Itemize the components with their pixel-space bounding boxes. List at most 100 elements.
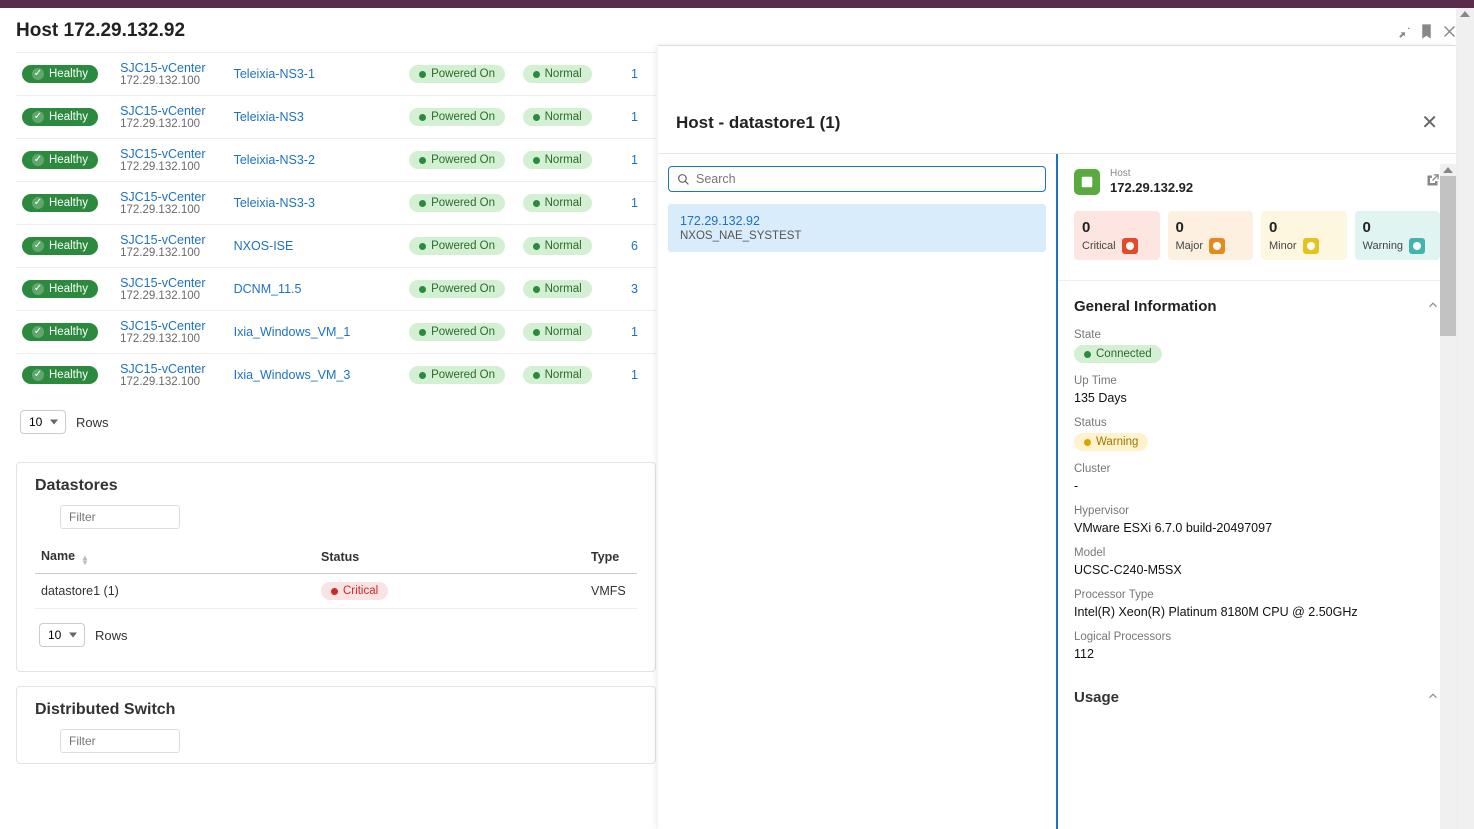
- datastores-filter-input[interactable]: [60, 505, 180, 529]
- table-row[interactable]: HealthySJC15-vCenter172.29.132.100Ixia_W…: [16, 354, 656, 397]
- page-scrollbar[interactable]: [1456, 8, 1474, 829]
- search-icon: [677, 173, 690, 186]
- chevron-up-icon[interactable]: [1426, 689, 1440, 706]
- result-name: NXOS_NAE_SYSTEST: [680, 230, 1034, 242]
- vcenter-link[interactable]: SJC15-vCenter: [120, 362, 222, 376]
- critical-badge: Critical: [321, 582, 388, 600]
- flyout-header: Host - datastore1 (1) ✕: [658, 96, 1456, 153]
- dswitch-filter-input[interactable]: [60, 729, 180, 753]
- pin-icon[interactable]: [1395, 23, 1412, 40]
- vm-count-link[interactable]: 1: [631, 110, 638, 124]
- healthy-badge: Healthy: [22, 323, 98, 341]
- warning-badge: Warning: [1074, 433, 1148, 451]
- chevron-up-icon[interactable]: [1426, 298, 1440, 315]
- vm-count-link[interactable]: 1: [631, 368, 638, 382]
- ds-col-status[interactable]: Status: [315, 541, 585, 574]
- page-title: Host 172.29.132.92: [16, 20, 185, 42]
- vcenter-ip: 172.29.132.100: [120, 290, 222, 302]
- open-external-icon[interactable]: [1425, 173, 1440, 191]
- ds-col-name[interactable]: Name▲▼: [35, 541, 315, 574]
- datastores-table: Name▲▼ Status Type datastore1 (1) Critic…: [35, 541, 637, 609]
- search-input[interactable]: [696, 172, 1037, 186]
- ds-col-type[interactable]: Type: [585, 541, 637, 574]
- ds-rows-select[interactable]: 10: [39, 623, 85, 647]
- table-row[interactable]: HealthySJC15-vCenter172.29.132.100DCNM_1…: [16, 268, 656, 311]
- vm-name-link[interactable]: Ixia_Windows_VM_3: [234, 368, 351, 382]
- vm-rows-select[interactable]: 10: [20, 410, 66, 434]
- vm-name-link[interactable]: Teleixia-NS3-1: [234, 67, 315, 81]
- vcenter-link[interactable]: SJC15-vCenter: [120, 61, 222, 75]
- vm-name-link[interactable]: Teleixia-NS3-2: [234, 153, 315, 167]
- vm-name-link[interactable]: Ixia_Windows_VM_1: [234, 325, 351, 339]
- vcenter-link[interactable]: SJC15-vCenter: [120, 104, 222, 118]
- ds-type: VMFS: [585, 574, 637, 609]
- usage-header[interactable]: Usage: [1074, 689, 1440, 706]
- major-icon: [1209, 238, 1225, 254]
- search-box[interactable]: [668, 166, 1046, 192]
- flyout-body: 172.29.132.92 NXOS_NAE_SYSTEST Host 172.…: [658, 153, 1456, 829]
- powered-on-badge: Powered On: [409, 108, 505, 126]
- usage-title: Usage: [1074, 689, 1119, 706]
- vcenter-link[interactable]: SJC15-vCenter: [120, 190, 222, 204]
- main-left-column: HealthySJC15-vCenter172.29.132.100Teleix…: [16, 52, 656, 764]
- vm-name-link[interactable]: DCNM_11.5: [234, 282, 302, 296]
- vcenter-ip: 172.29.132.100: [120, 333, 222, 345]
- alarm-card-warning[interactable]: 0 Warning: [1355, 211, 1441, 260]
- vcenter-link[interactable]: SJC15-vCenter: [120, 233, 222, 247]
- normal-badge: Normal: [523, 366, 592, 384]
- scroll-up-arrow[interactable]: [1443, 167, 1453, 173]
- search-result-item[interactable]: 172.29.132.92 NXOS_NAE_SYSTEST: [668, 204, 1046, 252]
- normal-badge: Normal: [523, 194, 592, 212]
- powered-on-badge: Powered On: [409, 194, 505, 212]
- vm-count-link[interactable]: 1: [631, 67, 638, 81]
- detail-host-row: Host 172.29.132.92: [1074, 168, 1440, 195]
- vm-pager: 10 Rows: [16, 396, 656, 448]
- flyout-search-panel: 172.29.132.92 NXOS_NAE_SYSTEST: [658, 154, 1058, 829]
- host-detail-flyout: Host - datastore1 (1) ✕ 172.29.132.92 NX…: [658, 45, 1456, 829]
- sort-icon: ▲▼: [81, 555, 89, 565]
- flyout-scrollbar[interactable]: [1440, 164, 1456, 829]
- vcenter-ip: 172.29.132.100: [120, 376, 222, 388]
- pager-rows-label: Rows: [76, 415, 109, 430]
- table-row[interactable]: Healthy SJC15-vCenter172.29.132.100 Ixia_W…: [16, 311, 656, 354]
- vcenter-link[interactable]: SJC15-vCenter: [120, 147, 222, 161]
- powered-on-badge: Powered On: [409, 366, 505, 384]
- vcenter-ip: 172.29.132.100: [120, 75, 222, 87]
- table-row[interactable]: HealthySJC15-vCenter172.29.132.100Teleix…: [16, 96, 656, 139]
- vcenter-link[interactable]: SJC15-vCenter: [120, 276, 222, 290]
- vm-count-link[interactable]: 3: [631, 282, 638, 296]
- vm-name-link[interactable]: Teleixia-NS3-3: [234, 196, 315, 210]
- general-info-header[interactable]: General Information: [1074, 298, 1440, 315]
- vm-count-link[interactable]: 1: [631, 325, 638, 339]
- bookmark-icon[interactable]: [1418, 23, 1435, 40]
- table-row[interactable]: HealthySJC15-vCenter172.29.132.100NXOS-I…: [16, 225, 656, 268]
- dswitch-title: Distributed Switch: [35, 701, 637, 719]
- alarm-card-critical[interactable]: 0 Critical: [1074, 211, 1160, 260]
- vcenter-link[interactable]: SJC15-vCenter: [120, 319, 222, 333]
- scroll-up-arrow[interactable]: [1460, 11, 1470, 17]
- general-info-title: General Information: [1074, 298, 1217, 315]
- alarm-card-minor[interactable]: 0 Minor: [1261, 211, 1347, 260]
- powered-on-badge: Powered On: [409, 280, 505, 298]
- normal-badge: Normal: [523, 323, 592, 341]
- alarm-card-major[interactable]: 0 Major: [1168, 211, 1254, 260]
- flyout-detail-panel: Host 172.29.132.92 0 Critical 0 Major 0: [1058, 154, 1456, 829]
- vm-count-link[interactable]: 6: [631, 239, 638, 253]
- powered-on-badge: Powered On: [409, 323, 505, 341]
- datastores-title: Datastores: [35, 477, 637, 495]
- datastores-section: Datastores Name▲▼ Status Type datastore1…: [16, 462, 656, 672]
- top-band: [0, 0, 1474, 8]
- table-row[interactable]: HealthySJC15-vCenter172.29.132.100Teleix…: [16, 182, 656, 225]
- vm-name-link[interactable]: NXOS-ISE: [234, 239, 294, 253]
- connected-badge: Connected: [1074, 345, 1162, 363]
- minor-icon: [1303, 238, 1319, 254]
- vm-count-link[interactable]: 1: [631, 153, 638, 167]
- scroll-thumb[interactable]: [1440, 176, 1456, 336]
- normal-badge: Normal: [523, 108, 592, 126]
- vm-count-link[interactable]: 1: [631, 196, 638, 210]
- table-row[interactable]: HealthySJC15-vCenter172.29.132.100Teleix…: [16, 53, 656, 96]
- flyout-close-button[interactable]: ✕: [1421, 110, 1438, 135]
- table-row[interactable]: datastore1 (1) Critical VMFS: [35, 574, 637, 609]
- vm-name-link[interactable]: Teleixia-NS3: [234, 110, 304, 124]
- table-row[interactable]: HealthySJC15-vCenter172.29.132.100Teleix…: [16, 139, 656, 182]
